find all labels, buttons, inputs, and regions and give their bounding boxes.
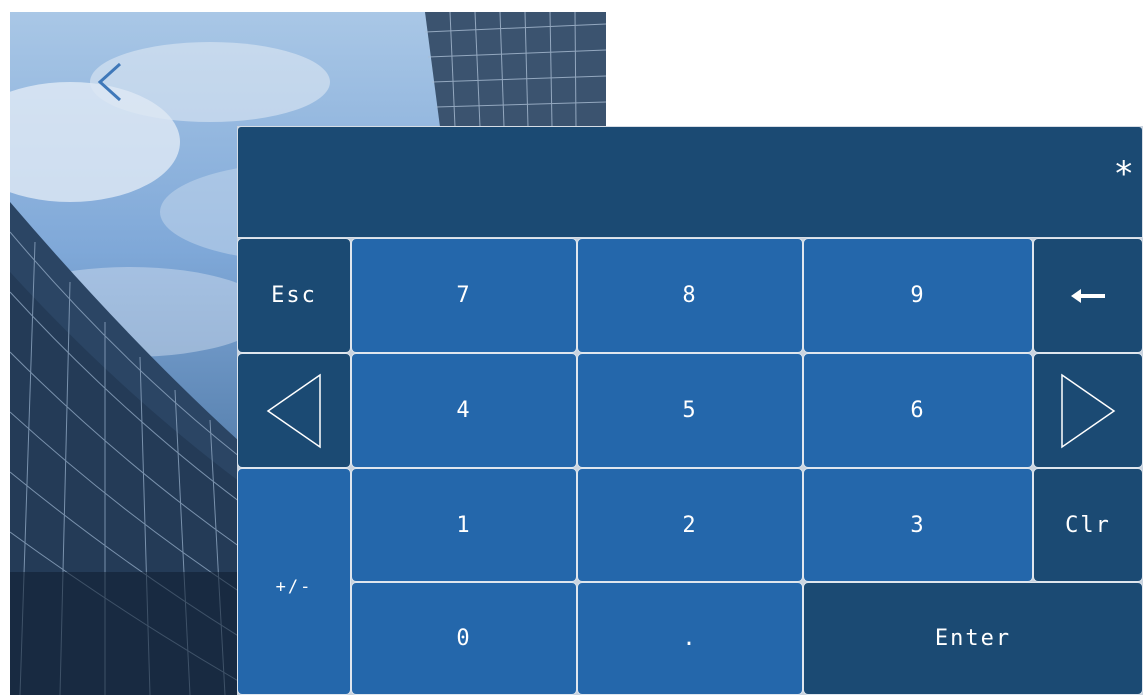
enter-label: Enter: [934, 626, 1012, 651]
key-7-label: 7: [456, 283, 472, 308]
key-1-label: 1: [456, 512, 472, 538]
display-value: *: [1113, 154, 1134, 194]
key-4-label: 4: [456, 398, 472, 423]
key-2[interactable]: 2: [577, 468, 803, 582]
backspace-key[interactable]: [1033, 238, 1143, 353]
key-4[interactable]: 4: [351, 353, 577, 468]
decimal-label: .: [682, 626, 698, 651]
esc-label: Esc: [271, 283, 317, 308]
key-3-label: 3: [910, 512, 926, 538]
key-0[interactable]: 0: [351, 582, 577, 695]
clear-label: Clr: [1065, 512, 1111, 538]
key-7[interactable]: 7: [351, 238, 577, 353]
triangle-right-icon: [1061, 373, 1116, 448]
key-8-label: 8: [682, 283, 698, 308]
key-5-label: 5: [682, 398, 698, 423]
cursor-left-key[interactable]: [237, 353, 351, 468]
key-6[interactable]: 6: [803, 353, 1033, 468]
key-1[interactable]: 1: [351, 468, 577, 582]
back-button[interactable]: [92, 60, 128, 104]
key-8[interactable]: 8: [577, 238, 803, 353]
key-3[interactable]: 3: [803, 468, 1033, 582]
key-0-label: 0: [456, 626, 472, 651]
input-display[interactable]: *: [237, 126, 1143, 238]
chevron-left-icon: [97, 62, 122, 102]
esc-key[interactable]: Esc: [237, 238, 351, 353]
cursor-right-key[interactable]: [1033, 353, 1143, 468]
numeric-keypad: * Esc 7 8 9 4 5 6 +/- 1 2 3 Clr 0 . Ente…: [237, 126, 1143, 695]
key-5[interactable]: 5: [577, 353, 803, 468]
key-9[interactable]: 9: [803, 238, 1033, 353]
key-9-label: 9: [910, 283, 926, 308]
enter-key[interactable]: Enter: [803, 582, 1143, 695]
decimal-key[interactable]: .: [577, 582, 803, 695]
clear-key[interactable]: Clr: [1033, 468, 1143, 582]
triangle-left-icon: [266, 373, 321, 448]
key-6-label: 6: [910, 398, 926, 423]
key-2-label: 2: [682, 512, 698, 538]
plus-minus-label: +/-: [275, 576, 313, 597]
plus-minus-key[interactable]: +/-: [237, 468, 351, 695]
arrow-left-icon: [1071, 288, 1105, 303]
